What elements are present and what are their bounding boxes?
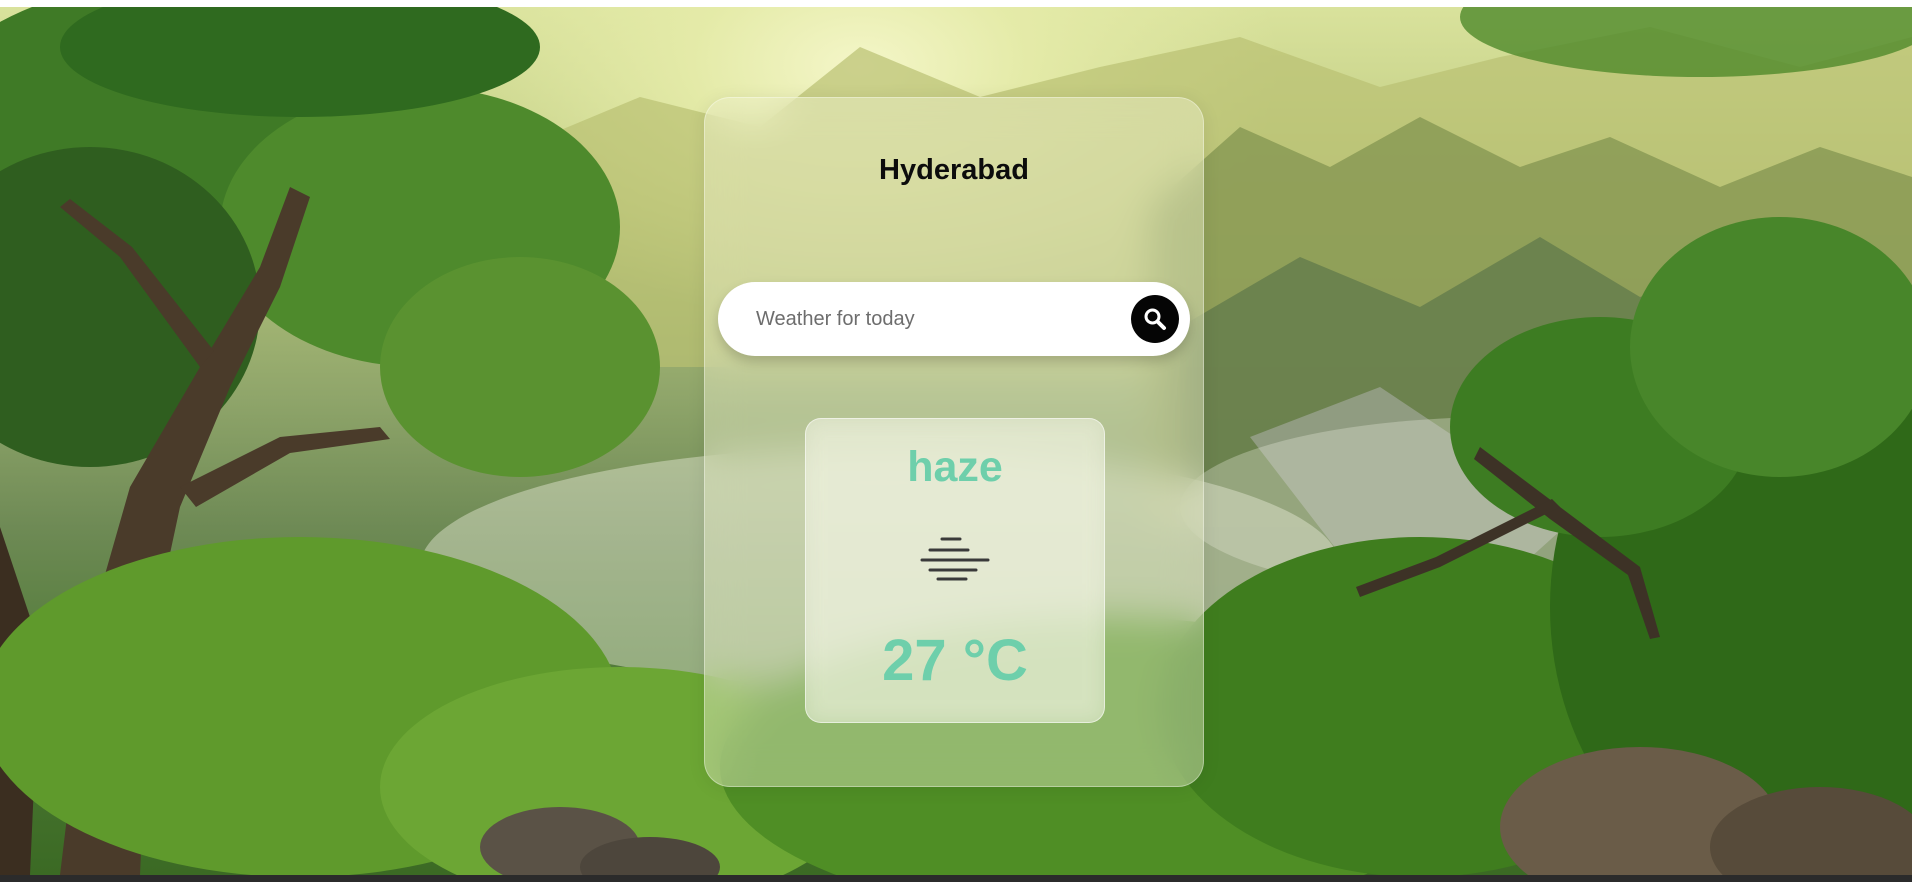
search-icon — [1144, 308, 1166, 330]
haze-icon — [920, 537, 990, 581]
search-bar — [718, 282, 1190, 356]
weather-info-panel: haze 27 °C — [805, 418, 1105, 723]
weather-card: Hyderabad haze 27 °C — [704, 97, 1204, 787]
temperature: 27 °C — [882, 628, 1028, 693]
search-input[interactable] — [742, 282, 1116, 356]
weather-condition: haze — [907, 443, 1003, 491]
city-title: Hyderabad — [879, 154, 1029, 186]
bottom-taskbar-strip — [0, 875, 1912, 882]
search-button[interactable] — [1131, 295, 1179, 343]
